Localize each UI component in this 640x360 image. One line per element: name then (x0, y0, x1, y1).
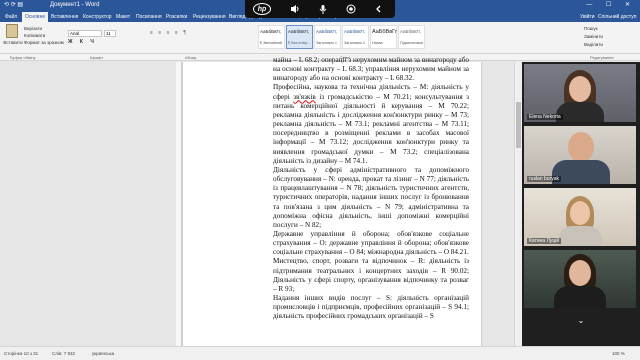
style-normal[interactable]: АаБбВвГг, ¶ Звичайний (258, 25, 285, 49)
window-controls[interactable]: — ☐ ✕ (586, 0, 636, 11)
paste-label: Вставити (3, 40, 23, 45)
participant-tile[interactable] (524, 250, 636, 308)
editing-group: Пошук Замінити Виділити (584, 25, 603, 49)
group-label-font: Шрифт (90, 55, 104, 60)
paragraph[interactable]: Мистецтво, спорт, розваги та відпочинок … (273, 257, 469, 294)
style-name: ¶ Без інтер... (288, 41, 311, 45)
style-sample: АаБбВвГг, (260, 29, 282, 34)
scrollbar-thumb[interactable] (516, 102, 521, 148)
replace-button[interactable]: Замінити (584, 33, 603, 41)
document-area: майна – L 68.2; операції з нерухомим май… (0, 56, 522, 346)
select-button[interactable]: Виділити (584, 41, 603, 49)
language-indicator[interactable]: українська (92, 351, 114, 356)
font-size-select[interactable]: 11 (104, 30, 116, 37)
share-button[interactable]: Спільний доступ (598, 12, 636, 22)
chevron-down-icon[interactable]: ⌄ (574, 316, 588, 326)
face (569, 260, 591, 286)
tab-review[interactable]: Рецензування (190, 12, 229, 22)
tab-file[interactable]: Файл (2, 12, 20, 22)
participant-tile[interactable]: Катина Луцій (524, 188, 636, 246)
mic-icon[interactable] (315, 2, 331, 16)
paragraph-buttons[interactable]: ≡ ≡ ≡ ≡ ¶ (150, 30, 188, 36)
quick-access-toolbar[interactable]: ⟲ ⟳ ▤ (4, 0, 23, 11)
style-no-spacing[interactable]: АаБбВвГг, ¶ Без інтер... (286, 25, 313, 49)
style-title[interactable]: АаБбВвГг, Назва (370, 25, 397, 49)
tab-design[interactable]: Конструктор (80, 12, 115, 22)
style-sample: АаБбВвГг, (372, 29, 397, 35)
style-sample: АаБбВвГг, (400, 29, 422, 34)
body (556, 102, 604, 122)
page-counter[interactable]: Сторінка 10 з 31 (4, 351, 38, 356)
style-subtitle[interactable]: АаБбВвГг, Підзаголовок (398, 25, 425, 49)
style-name: Заголовок 1 (316, 41, 338, 45)
speaker-icon[interactable] (287, 2, 303, 16)
collapse-icon[interactable] (371, 2, 387, 16)
group-label-clipboard: Буфер обміну (10, 55, 36, 60)
body (558, 226, 602, 246)
spelling-error[interactable]: зв'язків (293, 93, 316, 101)
paragraph[interactable]: Професійна, наукова та технічна діяльніс… (273, 83, 469, 165)
participant-tile[interactable]: ruslan buryak (524, 126, 636, 184)
screen: ⟲ ⟳ ▤ Документ1 - Word — ☐ ✕ Файл Основн… (0, 0, 640, 360)
document-page[interactable]: майна – L 68.2; операції з нерухомим май… (182, 56, 482, 346)
body (554, 286, 606, 308)
style-name: ¶ Звичайний (260, 41, 283, 45)
participant-tile[interactable]: Elena Nekorta (524, 64, 636, 122)
style-sample: АаБбВвГг, (344, 29, 366, 34)
participant-name: ruslan buryak (527, 176, 562, 182)
word-count[interactable]: Слів: 7 832 (52, 351, 75, 356)
copy-button[interactable]: Копіювати (24, 32, 64, 39)
paste-button[interactable]: Вставити (2, 24, 23, 48)
face (568, 132, 594, 162)
sign-in-link[interactable]: Увійти (580, 12, 595, 22)
tab-layout[interactable]: Макет (113, 12, 133, 22)
style-heading-1[interactable]: АаБбВвГг, Заголовок 1 (314, 25, 341, 49)
vertical-scrollbar[interactable] (514, 62, 522, 346)
zoom-level[interactable]: 100 % (612, 351, 625, 356)
status-bar: Сторінка 10 з 31 Слів: 7 832 українська … (0, 346, 640, 360)
paragraph[interactable]: Діяльність у сфері адміністративного та … (273, 166, 469, 230)
find-button[interactable]: Пошук (584, 25, 603, 33)
style-sample: АаБбВвГг, (316, 29, 338, 34)
style-name: Назва (372, 41, 383, 45)
ribbon: Вставити Вирізати Копіювати Формат за зр… (0, 22, 640, 54)
tab-home[interactable]: Основне (22, 12, 49, 22)
cut-button[interactable]: Вирізати (24, 25, 64, 32)
face (569, 76, 591, 102)
media-overlay-toolbar: hp (245, 0, 395, 18)
video-call-panel: Elena Nekorta ruslan buryak Катина Луцій… (522, 62, 640, 346)
paragraph[interactable]: майна – L 68.2; операції з нерухомим май… (273, 56, 469, 83)
tab-mailings[interactable]: Розсилки (163, 12, 190, 22)
document-text[interactable]: майна – L 68.2; операції з нерухомим май… (273, 56, 469, 322)
font-name-select[interactable]: Arial (68, 30, 102, 37)
participant-name: Катина Луцій (527, 238, 562, 244)
font-format-buttons[interactable]: Ж К Ч (68, 39, 97, 45)
format-painter-button[interactable]: Формат за зразком (24, 39, 64, 46)
tab-insert[interactable]: Вставлення (48, 12, 81, 22)
participant-name: Elena Nekorta (527, 114, 563, 120)
style-name: Підзаголовок (400, 41, 424, 45)
face (570, 201, 590, 225)
paragraph[interactable]: Надання інших видів послуг – S: діяльніс… (273, 294, 469, 321)
document-title: Документ1 - Word (50, 2, 100, 8)
hp-logo-icon[interactable]: hp (253, 3, 271, 15)
style-heading-2[interactable]: АаБбВвГг, Заголовок 2 (342, 25, 369, 49)
tab-references[interactable]: Посилання (133, 12, 165, 22)
group-label-editing: Редагування (590, 55, 614, 60)
clipboard-actions: Вирізати Копіювати Формат за зразком (24, 25, 64, 46)
paragraph[interactable]: Державне управління й оборона; обов'язко… (273, 230, 469, 257)
style-sample: АаБбВвГг, (288, 29, 310, 34)
group-label-paragraph: Абзац (185, 55, 197, 60)
clipboard-icon (6, 24, 18, 38)
camera-icon[interactable] (343, 2, 359, 16)
style-name: Заголовок 2 (344, 41, 366, 45)
